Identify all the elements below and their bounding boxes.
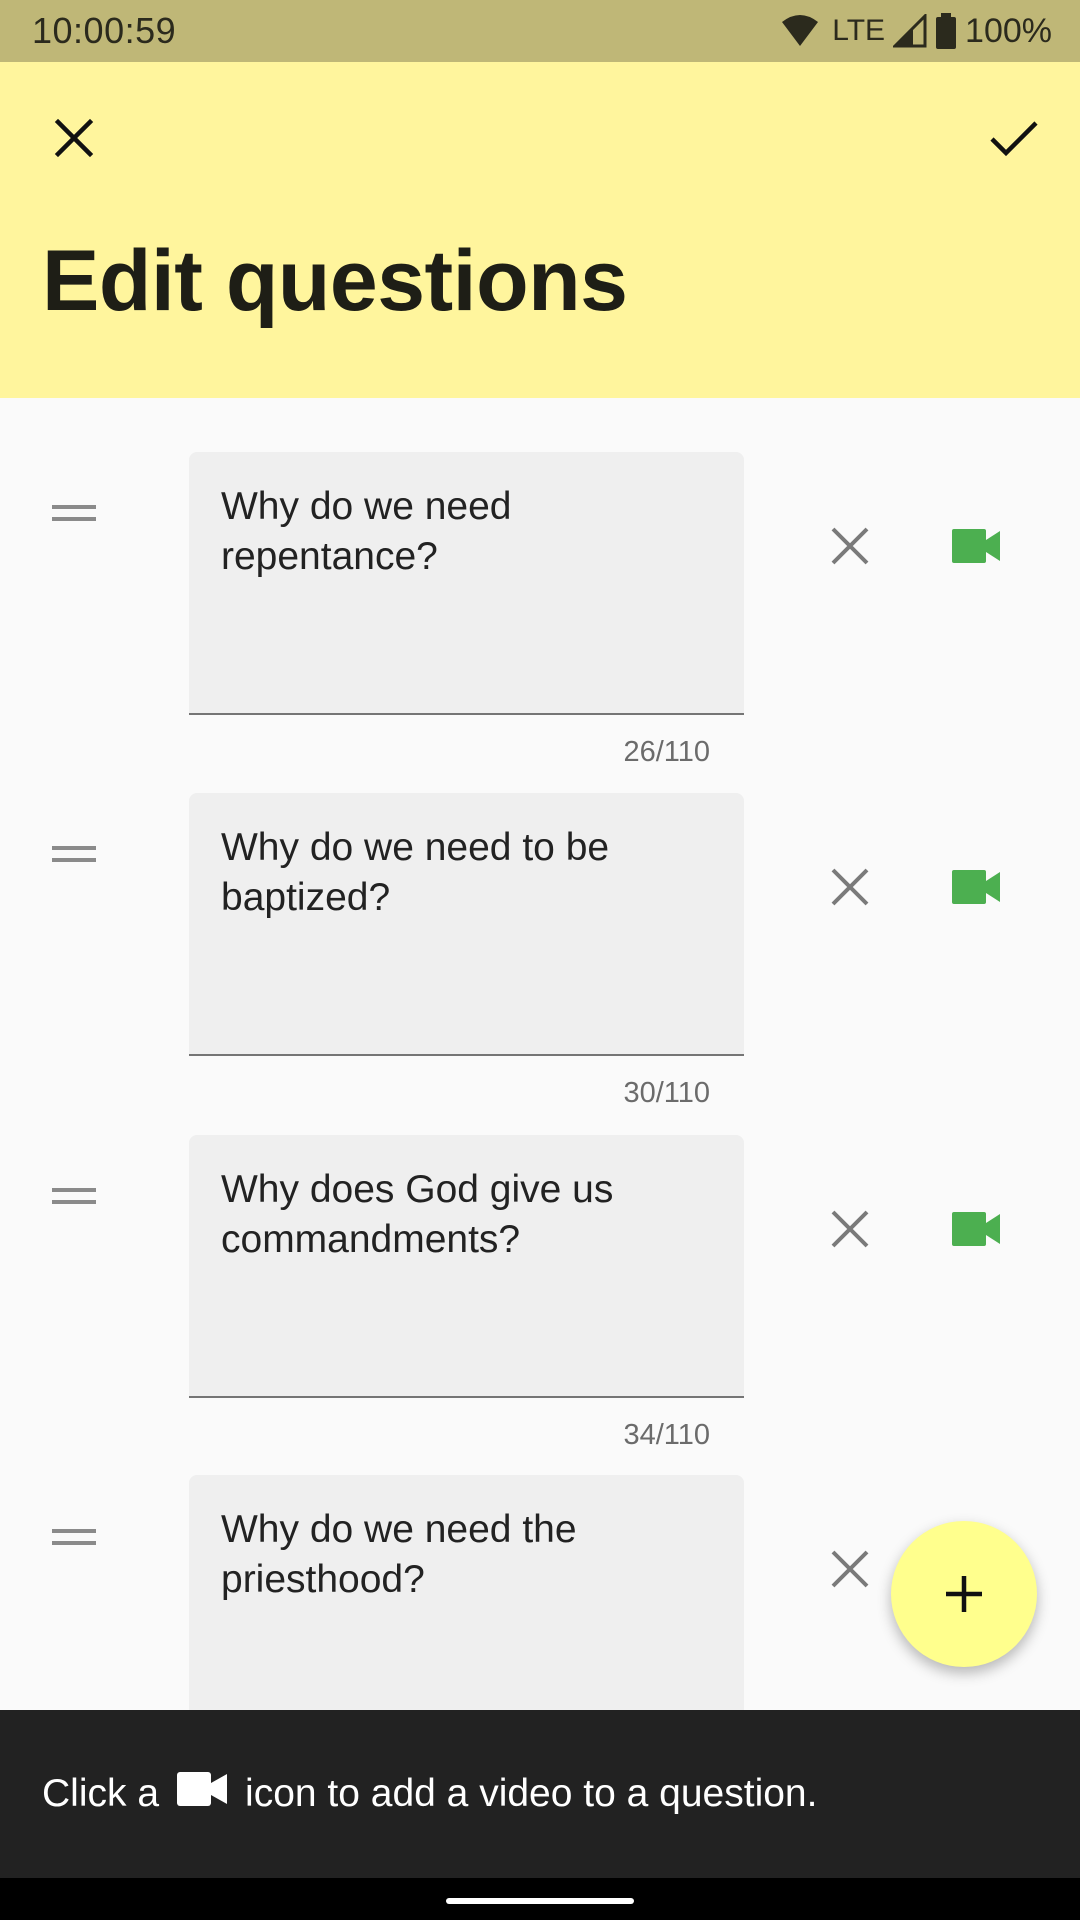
question-input[interactable]: Why do we need to be baptized? (189, 793, 744, 1056)
close-icon (54, 118, 94, 158)
drag-handle-icon (52, 846, 96, 862)
delete-question-button[interactable] (818, 855, 882, 919)
delete-question-button[interactable] (818, 1197, 882, 1261)
question-text: Why does God give us commandments? (221, 1168, 614, 1261)
signal-icon (893, 14, 927, 48)
battery-level: 100% (965, 11, 1052, 50)
video-camera-icon (952, 1212, 1000, 1246)
status-bar: 10:00:59 LTE 100% (0, 0, 1080, 62)
snackbar-text-after: icon to add a video to a question. (245, 1772, 818, 1815)
video-camera-icon (177, 1772, 228, 1816)
add-video-button[interactable] (944, 514, 1008, 578)
status-indicators: LTE 100% (780, 8, 1052, 54)
drag-handle[interactable] (44, 1176, 104, 1216)
video-camera-icon (952, 870, 1000, 904)
battery-icon (935, 13, 957, 49)
question-input[interactable]: Why do we need repentance? (189, 452, 744, 715)
add-video-button[interactable] (944, 855, 1008, 919)
drag-handle-icon (52, 1529, 96, 1545)
add-video-button[interactable] (944, 1197, 1008, 1261)
network-type: LTE (832, 14, 886, 47)
check-icon (990, 121, 1038, 157)
question-row: Why do we need to be baptized? 30/110 (0, 739, 1080, 1109)
wifi-icon (780, 14, 820, 48)
question-text: Why do we need to be baptized? (221, 826, 610, 919)
question-text: Why do we need the priesthood? (221, 1508, 577, 1601)
close-icon (831, 527, 869, 565)
close-icon (831, 868, 869, 906)
home-indicator[interactable] (446, 1898, 634, 1904)
navigation-bar (0, 1878, 1080, 1920)
question-list[interactable]: Why do we need repentance? 26/110 Why do… (0, 398, 1080, 1710)
question-row: Why do we need repentance? 26/110 (0, 398, 1080, 768)
question-row: Why does God give us commandments? 34/11… (0, 1080, 1080, 1451)
snackbar: Click a icon to add a video to a questio… (0, 1710, 1080, 1878)
close-icon (831, 1550, 869, 1588)
video-camera-icon (952, 529, 1000, 563)
drag-handle-icon (52, 505, 96, 521)
save-button[interactable] (978, 102, 1050, 174)
question-text: Why do we need repentance? (221, 485, 512, 578)
add-question-button[interactable] (891, 1521, 1037, 1667)
drag-handle[interactable] (44, 1517, 104, 1557)
drag-handle[interactable] (44, 834, 104, 874)
drag-handle[interactable] (44, 493, 104, 533)
question-input[interactable]: Why do we need the priesthood? (189, 1475, 744, 1710)
app-bar: Edit questions (0, 62, 1080, 398)
close-icon (831, 1210, 869, 1248)
delete-question-button[interactable] (818, 514, 882, 578)
snackbar-text-before: Click a (42, 1772, 160, 1815)
plus-icon (946, 1576, 982, 1612)
close-button[interactable] (38, 102, 110, 174)
delete-question-button[interactable] (818, 1537, 882, 1601)
status-time: 10:00:59 (32, 10, 177, 51)
page-title: Edit questions (42, 233, 628, 329)
drag-handle-icon (52, 1188, 96, 1204)
question-input[interactable]: Why does God give us commandments? (189, 1135, 744, 1398)
